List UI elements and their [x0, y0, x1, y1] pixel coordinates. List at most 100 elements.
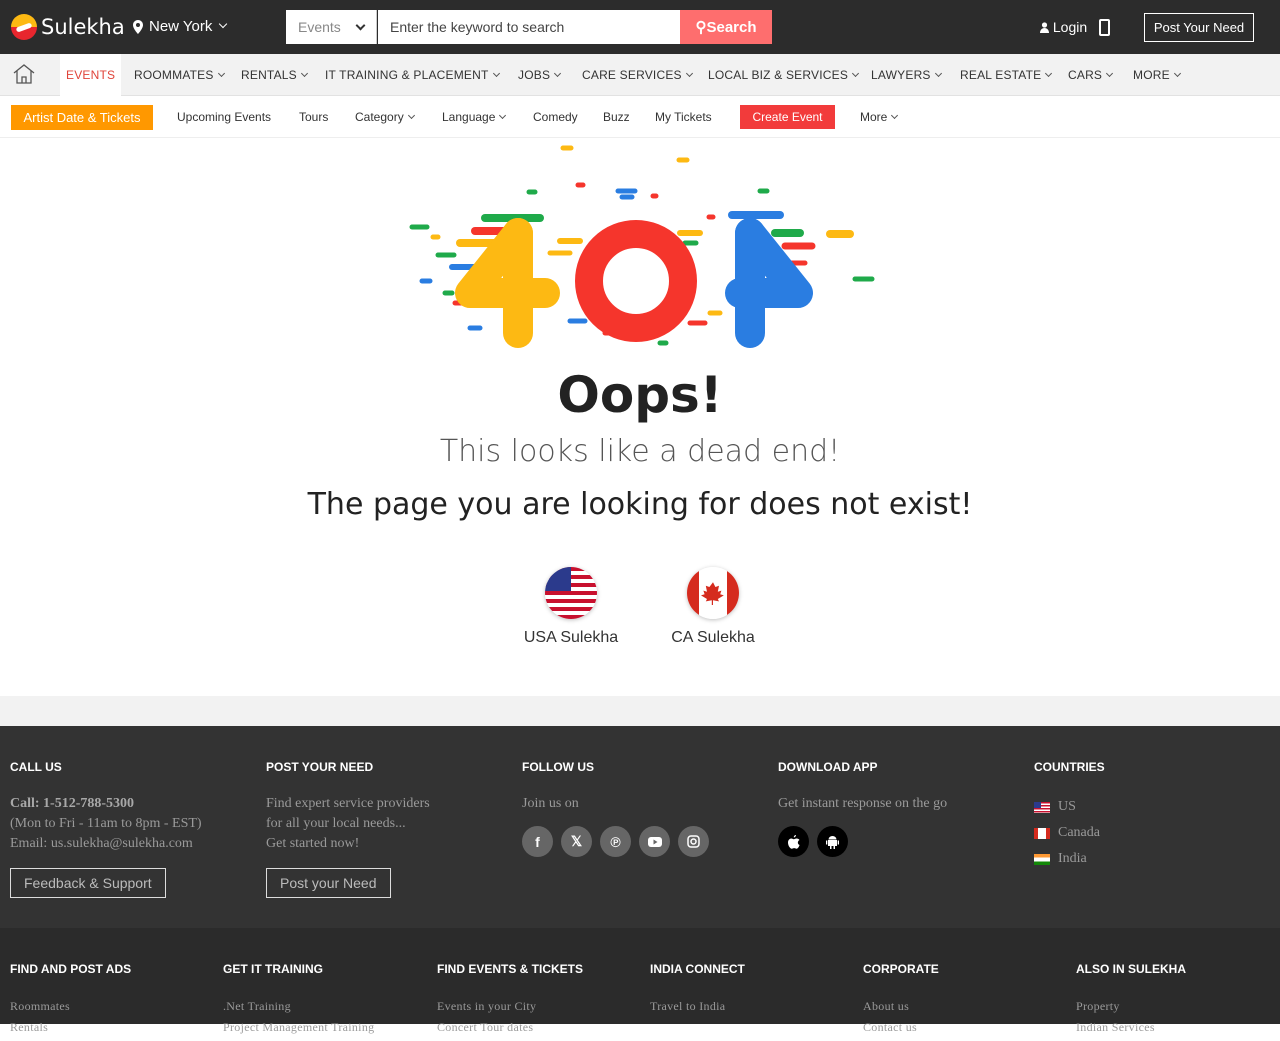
country-india-label: India	[1058, 851, 1087, 866]
footer-link[interactable]: Project Management Training	[223, 1020, 423, 1035]
chevron-down-icon	[685, 69, 693, 78]
footer-post-need-button[interactable]: Post your Need	[266, 868, 391, 898]
city-selector[interactable]: New York	[133, 18, 228, 35]
search-category-select[interactable]: Events	[286, 10, 377, 44]
call-us-heading: CALL US	[10, 760, 62, 774]
post-need-heading: POST YOUR NEED	[266, 760, 374, 774]
search-button-label: Search	[706, 19, 757, 36]
footer-link[interactable]: Property	[1076, 999, 1276, 1014]
brand-name: Sulekha	[41, 15, 125, 39]
country-us[interactable]: US	[1034, 794, 1280, 820]
subnav-comedy[interactable]: Comedy	[533, 110, 578, 124]
login-link[interactable]: Login	[1040, 19, 1087, 35]
chevron-down-icon	[499, 111, 507, 120]
footer-find-post-ads: FIND AND POST ADS Roommates Rentals	[10, 962, 210, 1041]
canada-flag-icon	[1034, 827, 1050, 839]
top-bar: Sulekha New York Events ⚲Search Login Po…	[0, 0, 1280, 54]
ca-sulekha-link[interactable]: CA Sulekha	[643, 567, 783, 647]
footer-post-need: POST YOUR NEED Find expert service provi…	[266, 760, 516, 898]
location-pin-icon	[133, 19, 143, 34]
footer-countries: COUNTRIES US Canada India	[1034, 760, 1280, 872]
country-canada-label: Canada	[1058, 825, 1100, 840]
footer-link[interactable]: Events in your City	[437, 999, 637, 1014]
nav-item-lawyers[interactable]: LAWYERS	[871, 68, 942, 82]
phone-number[interactable]: Call: 1-512-788-5300	[10, 794, 260, 814]
download-app-heading: DOWNLOAD APP	[778, 760, 878, 774]
create-event-button[interactable]: Create Event	[740, 105, 835, 129]
user-icon	[1040, 22, 1049, 33]
facebook-icon[interactable]: f	[522, 826, 553, 857]
footer-link[interactable]: Contact us	[863, 1020, 1063, 1035]
post-your-need-button[interactable]: Post Your Need	[1144, 13, 1254, 42]
subnav-my-tickets[interactable]: My Tickets	[655, 110, 712, 124]
nav-item-cars[interactable]: CARS	[1068, 68, 1114, 82]
search-button[interactable]: ⚲Search	[680, 10, 772, 44]
mobile-phone-icon[interactable]	[1099, 19, 1110, 36]
search-input[interactable]	[378, 10, 680, 44]
chevron-down-icon	[1106, 69, 1114, 78]
also-in-sulekha-heading: ALSO IN SULEKHA	[1076, 962, 1187, 976]
footer-follow-us: FOLLOW US Join us on f 𝕏 ℗	[522, 760, 772, 857]
subnav-upcoming-events[interactable]: Upcoming Events	[177, 110, 271, 124]
instagram-icon[interactable]	[678, 826, 709, 857]
x-icon[interactable]: 𝕏	[561, 826, 592, 857]
android-icon[interactable]	[817, 826, 848, 857]
footer-link[interactable]: Concert Tour dates	[437, 1020, 637, 1035]
pinterest-icon[interactable]: ℗	[600, 826, 631, 857]
nav-item-real-estate[interactable]: REAL ESTATE	[960, 68, 1053, 82]
it-training-heading: GET IT TRAINING	[223, 962, 323, 976]
youtube-icon[interactable]	[639, 826, 670, 857]
support-hours: (Mon to Fri - 11am to 8pm - EST)	[10, 816, 202, 831]
subnav-buzz[interactable]: Buzz	[603, 110, 630, 124]
usa-sulekha-link[interactable]: USA Sulekha	[501, 567, 641, 647]
download-app-text: Get instant response on the go	[778, 796, 948, 811]
home-icon[interactable]	[13, 64, 35, 84]
footer-corporate: CORPORATE About us Contact us	[863, 962, 1063, 1041]
artist-dates-button[interactable]: Artist Date & Tickets	[11, 105, 153, 130]
search-icon: ⚲	[695, 19, 707, 36]
search-category-value: Events	[298, 19, 341, 35]
events-sub-nav: Artist Date & Tickets Upcoming Events To…	[0, 96, 1280, 138]
chevron-down-icon	[934, 69, 942, 78]
corporate-heading: CORPORATE	[863, 962, 939, 976]
chevron-down-icon	[355, 20, 366, 30]
chevron-down-icon	[407, 111, 415, 120]
footer-link[interactable]: About us	[863, 999, 1063, 1014]
404-illustration	[409, 145, 875, 348]
chevron-down-icon	[217, 69, 225, 78]
footer-link[interactable]: Rentals	[10, 1020, 210, 1035]
usa-sulekha-label: USA Sulekha	[523, 629, 619, 646]
footer-link[interactable]: Travel to India	[650, 999, 850, 1014]
country-canada[interactable]: Canada	[1034, 820, 1280, 846]
nav-item-events[interactable]: EVENTS	[60, 54, 122, 96]
subnav-more[interactable]: More	[860, 110, 899, 124]
nav-item-rentals[interactable]: RENTALS	[241, 68, 308, 82]
subnav-category[interactable]: Category	[355, 110, 415, 124]
support-email[interactable]: Email: us.sulekha@sulekha.com	[10, 834, 260, 854]
sulekha-logo[interactable]: Sulekha	[11, 14, 125, 40]
post-need-text-3: Get started now!	[266, 836, 360, 851]
nav-item-local-biz[interactable]: LOCAL BIZ & SERVICES	[708, 68, 860, 82]
find-post-ads-heading: FIND AND POST ADS	[10, 962, 132, 976]
country-india[interactable]: India	[1034, 846, 1280, 872]
city-name: New York	[149, 18, 213, 35]
nav-item-more[interactable]: MORE	[1133, 68, 1181, 82]
nav-item-care-services[interactable]: CARE SERVICES	[582, 68, 693, 82]
chevron-down-icon	[891, 111, 899, 120]
footer-also-in-sulekha: ALSO IN SULEKHA Property Indian Services	[1076, 962, 1276, 1041]
subnav-language[interactable]: Language	[442, 110, 507, 124]
subnav-tours[interactable]: Tours	[299, 110, 328, 124]
post-need-text-2: for all your local needs...	[266, 816, 406, 831]
feedback-support-button[interactable]: Feedback & Support	[10, 868, 166, 898]
chevron-down-icon	[300, 69, 308, 78]
nav-item-jobs[interactable]: JOBS	[518, 68, 562, 82]
apple-icon[interactable]	[778, 826, 809, 857]
footer-link[interactable]: Roommates	[10, 999, 210, 1014]
post-need-text-1: Find expert service providers	[266, 796, 430, 811]
chevron-down-icon	[1173, 69, 1181, 78]
footer-call-us: CALL US Call: 1-512-788-5300 (Mon to Fri…	[10, 760, 260, 898]
footer-link[interactable]: .Net Training	[223, 999, 423, 1014]
nav-item-it-training[interactable]: IT TRAINING & PLACEMENT	[325, 68, 500, 82]
footer-link[interactable]: Indian Services	[1076, 1020, 1276, 1035]
nav-item-roommates[interactable]: ROOMMATES	[134, 68, 225, 82]
